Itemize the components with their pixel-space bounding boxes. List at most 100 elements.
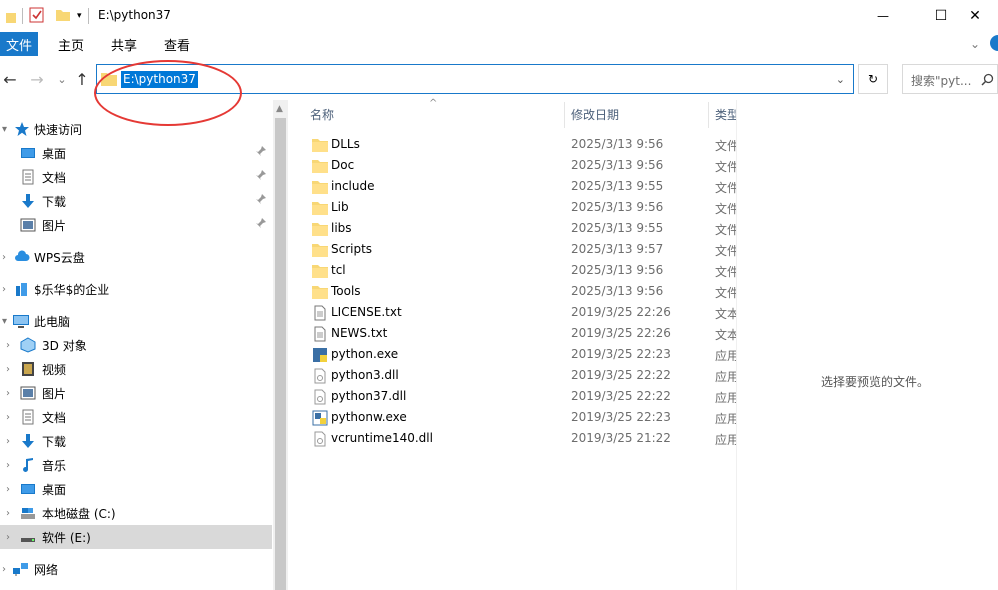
forward-button[interactable]: → xyxy=(27,68,47,90)
expand-arrow-icon[interactable]: › xyxy=(6,532,14,543)
column-divider[interactable] xyxy=(708,102,709,128)
enterprise-icon xyxy=(14,281,30,297)
file-row[interactable]: LICENSE.txt 2019/3/25 22:26 文本 xyxy=(288,302,736,323)
expand-arrow-icon[interactable]: ▾ xyxy=(2,316,10,327)
file-row[interactable]: tcl 2025/3/13 9:56 文件 xyxy=(288,260,736,281)
address-row: ← → ⌄ ↑ E:\python37 ⌄ ↻ 搜索"pyt... xyxy=(0,60,998,98)
file-row[interactable]: libs 2025/3/13 9:55 文件 xyxy=(288,218,736,239)
tab-view[interactable]: 查看 xyxy=(152,32,202,56)
dll-file-icon xyxy=(312,368,328,384)
file-name[interactable]: LICENSE.txt xyxy=(331,305,402,319)
file-row[interactable]: vcruntime140.dll 2019/3/25 21:22 应用 xyxy=(288,428,736,449)
expand-arrow-icon[interactable]: › xyxy=(2,284,10,295)
tab-share[interactable]: 共享 xyxy=(99,32,149,56)
expand-arrow-icon[interactable]: › xyxy=(6,436,14,447)
customize-qat-icon[interactable]: ▾ xyxy=(77,11,82,21)
expand-arrow-icon[interactable]: › xyxy=(6,412,14,423)
nav-item-this-pc[interactable]: ▾ 此电脑 xyxy=(0,309,272,333)
file-name[interactable]: pythonw.exe xyxy=(331,410,407,424)
file-name[interactable]: NEWS.txt xyxy=(331,326,387,340)
close-button[interactable]: ✕ xyxy=(952,0,998,32)
scroll-up-arrow-icon[interactable]: ▲ xyxy=(276,104,285,114)
expand-arrow-icon[interactable]: › xyxy=(6,508,14,519)
file-name[interactable]: tcl xyxy=(331,263,346,277)
expand-ribbon-icon[interactable]: ⌄ xyxy=(970,37,980,51)
column-header-date[interactable]: 修改日期 xyxy=(571,100,619,128)
properties-icon[interactable] xyxy=(29,7,45,26)
nav-item-pictures[interactable]: 图片 xyxy=(0,213,272,237)
nav-item-network[interactable]: › 网络 xyxy=(0,557,272,581)
file-name[interactable]: vcruntime140.dll xyxy=(331,431,433,445)
nav-item-desktop[interactable]: 桌面 xyxy=(0,141,272,165)
file-name[interactable]: Lib xyxy=(331,200,349,214)
nav-item-drive-c[interactable]: › 本地磁盘 (C:) xyxy=(0,501,272,525)
refresh-button[interactable]: ↻ xyxy=(858,64,888,94)
file-row[interactable]: python.exe 2019/3/25 22:23 应用 xyxy=(288,344,736,365)
back-button[interactable]: ← xyxy=(0,68,20,90)
app-icon[interactable] xyxy=(6,7,16,26)
nav-item-documents[interactable]: 文档 xyxy=(0,165,272,189)
search-box[interactable]: 搜索"pyt... xyxy=(902,64,998,94)
file-row[interactable]: python3.dll 2019/3/25 22:22 应用 xyxy=(288,365,736,386)
file-row[interactable]: NEWS.txt 2019/3/25 22:26 文本 xyxy=(288,323,736,344)
expand-arrow-icon[interactable]: › xyxy=(6,460,14,471)
nav-item-wps-cloud[interactable]: › WPS云盘 xyxy=(0,245,272,269)
file-row[interactable]: DLLs 2025/3/13 9:56 文件 xyxy=(288,134,736,155)
file-name[interactable]: libs xyxy=(331,221,352,235)
file-row[interactable]: Lib 2025/3/13 9:56 文件 xyxy=(288,197,736,218)
pin-icon[interactable] xyxy=(256,146,266,161)
tab-home[interactable]: 主页 xyxy=(46,32,96,56)
file-row[interactable]: pythonw.exe 2019/3/25 22:23 应用 xyxy=(288,407,736,428)
recent-locations-button[interactable]: ⌄ xyxy=(52,68,72,90)
pin-icon[interactable] xyxy=(256,170,266,185)
expand-arrow-icon[interactable]: › xyxy=(6,340,14,351)
file-modified-date: 2025/3/13 9:56 xyxy=(571,263,664,277)
pin-icon[interactable] xyxy=(256,194,266,209)
address-bar[interactable]: E:\python37 ⌄ xyxy=(96,64,854,94)
nav-item-videos[interactable]: › 视频 xyxy=(0,357,272,381)
file-row[interactable]: Doc 2025/3/13 9:56 文件 xyxy=(288,155,736,176)
file-name[interactable]: python37.dll xyxy=(331,389,406,403)
nav-item-downloads[interactable]: 下载 xyxy=(0,189,272,213)
nav-item-drive-e[interactable]: › 软件 (E:) xyxy=(0,525,272,549)
expand-arrow-icon[interactable]: ▾ xyxy=(2,124,10,135)
file-name[interactable]: Scripts xyxy=(331,242,372,256)
scrollbar-thumb[interactable] xyxy=(275,118,286,590)
file-row[interactable]: python37.dll 2019/3/25 22:22 应用 xyxy=(288,386,736,407)
file-name[interactable]: DLLs xyxy=(331,137,360,151)
nav-item-desktop-pc[interactable]: › 桌面 xyxy=(0,477,272,501)
new-folder-icon[interactable] xyxy=(55,7,71,26)
nav-pane-scrollbar[interactable]: ▲ xyxy=(273,100,288,590)
column-divider[interactable] xyxy=(564,102,565,128)
minimize-button[interactable]: — xyxy=(860,0,906,32)
file-name[interactable]: include xyxy=(331,179,374,193)
expand-arrow-icon[interactable]: › xyxy=(2,252,10,263)
nav-item-enterprise[interactable]: › $乐华$的企业 xyxy=(0,277,272,301)
nav-item-music[interactable]: › 音乐 xyxy=(0,453,272,477)
nav-item-documents-pc[interactable]: › 文档 xyxy=(0,405,272,429)
nav-item-3d-objects[interactable]: › 3D 对象 xyxy=(0,333,272,357)
address-path-text[interactable]: E:\python37 xyxy=(121,71,198,88)
file-row[interactable]: Tools 2025/3/13 9:56 文件 xyxy=(288,281,736,302)
help-icon[interactable] xyxy=(988,34,998,55)
nav-item-quick-access[interactable]: ▾ 快速访问 xyxy=(0,117,272,141)
file-name[interactable]: python3.dll xyxy=(331,368,399,382)
address-dropdown-icon[interactable]: ⌄ xyxy=(836,73,845,86)
expand-arrow-icon[interactable]: › xyxy=(6,364,14,375)
file-name[interactable]: python.exe xyxy=(331,347,398,361)
column-header-type[interactable]: 类型 xyxy=(715,100,736,128)
up-button[interactable]: ↑ xyxy=(72,68,92,90)
nav-item-pictures-pc[interactable]: › 图片 xyxy=(0,381,272,405)
expand-arrow-icon[interactable]: › xyxy=(2,564,10,575)
file-name[interactable]: Tools xyxy=(331,284,361,298)
pin-icon[interactable] xyxy=(256,218,266,233)
tab-file[interactable]: 文件 xyxy=(0,32,39,56)
file-row[interactable]: include 2025/3/13 9:55 文件 xyxy=(288,176,736,197)
file-row[interactable]: Scripts 2025/3/13 9:57 文件 xyxy=(288,239,736,260)
column-header-name[interactable]: 名称 xyxy=(310,100,334,128)
expand-arrow-icon[interactable]: › xyxy=(6,484,14,495)
nav-item-downloads-pc[interactable]: › 下载 xyxy=(0,429,272,453)
expand-arrow-icon[interactable]: › xyxy=(6,388,14,399)
file-name[interactable]: Doc xyxy=(331,158,354,172)
search-icon[interactable] xyxy=(981,73,994,89)
